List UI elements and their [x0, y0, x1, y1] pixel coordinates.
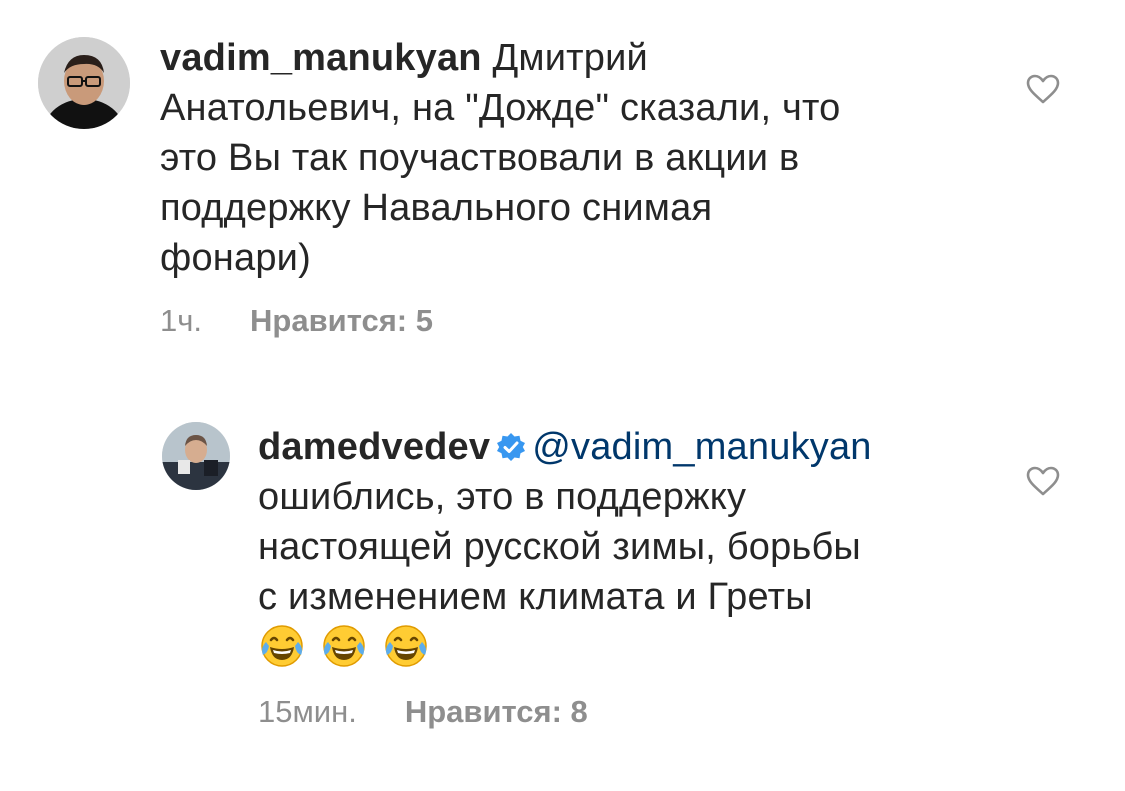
timestamp[interactable]: 15мин.: [258, 694, 357, 729]
verified-badge-icon: [497, 433, 526, 461]
mention-link[interactable]: @vadim_manukyan: [532, 426, 871, 468]
comment-line: фонари): [160, 237, 311, 279]
face-with-tears-of-joy-icon: [385, 625, 427, 667]
comment-line: Анатольевич, на "Дожде" сказали, что: [160, 87, 841, 129]
comment-text: vadim_manukyan Дмитрий Анатольевич, на "…: [160, 33, 980, 283]
comment-line: поддержку Навального снимая: [160, 187, 713, 229]
comment-line: Дмитрий: [492, 37, 648, 79]
comment-damedvedev: damedvedev @vadim_manukyan ошиблись, это…: [0, 400, 1125, 760]
avatar[interactable]: [38, 37, 130, 129]
likes-count[interactable]: Нравится: 5: [250, 303, 433, 338]
emoji-row: [258, 622, 444, 675]
comment-text: damedvedev @vadim_manukyan ошиблись, это…: [258, 422, 978, 675]
comment-meta: 15мин. Нравится: 8: [258, 694, 588, 730]
comment-line: это Вы так поучаствовали в акции в: [160, 137, 800, 179]
username-link[interactable]: damedvedev: [258, 426, 490, 468]
heart-icon[interactable]: [1026, 74, 1060, 104]
heart-icon[interactable]: [1026, 466, 1060, 496]
comment-line: настоящей русской зимы, борьбы: [258, 526, 861, 568]
avatar-photo: [38, 37, 130, 129]
comment-meta: 1ч. Нравится: 5: [160, 303, 433, 339]
timestamp[interactable]: 1ч.: [160, 303, 202, 338]
likes-count[interactable]: Нравится: 8: [405, 694, 588, 729]
comment-line: ошиблись, это в поддержку: [258, 476, 747, 518]
comment-vadim: vadim_manukyan Дмитрий Анатольевич, на "…: [0, 0, 1125, 360]
comment-line: с изменением климата и Греты: [258, 576, 813, 618]
avatar-photo: [162, 422, 230, 490]
username-link[interactable]: vadim_manukyan: [160, 37, 482, 79]
face-with-tears-of-joy-icon: [261, 625, 303, 667]
face-with-tears-of-joy-icon: [323, 625, 365, 667]
avatar[interactable]: [162, 422, 230, 490]
